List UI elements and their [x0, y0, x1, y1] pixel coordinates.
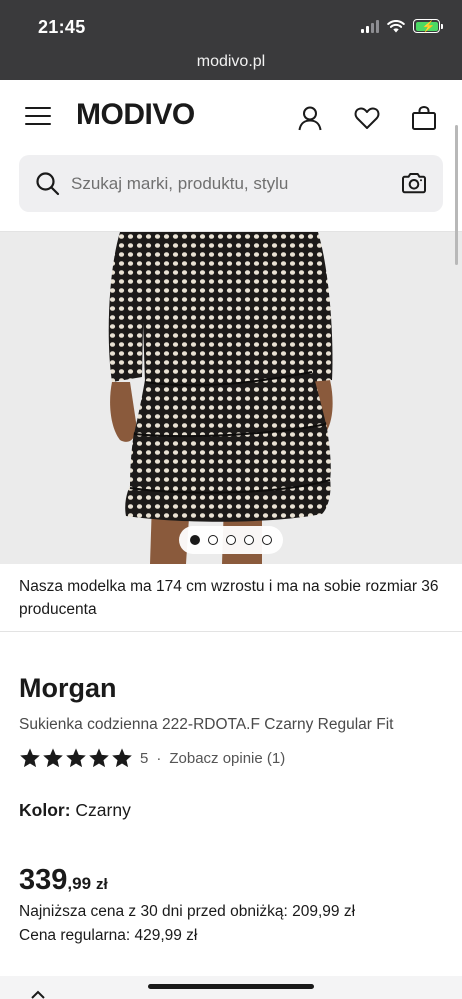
browser-chrome: 21:45 ⚡ modivo.pl [0, 0, 462, 80]
price-main: 339 [19, 864, 68, 896]
search-icon[interactable] [35, 171, 60, 196]
product-rating: 5 · Zobacz opinie (1) [19, 745, 285, 771]
page-scrollbar[interactable] [455, 125, 458, 265]
address-bar[interactable]: modivo.pl [0, 53, 462, 71]
heart-icon[interactable] [353, 104, 381, 132]
search-input[interactable] [71, 155, 391, 212]
see-reviews-link[interactable]: Zobacz opinie (1) [169, 750, 285, 767]
gallery-dot-2[interactable] [208, 535, 218, 545]
star-icon [89, 748, 109, 768]
gallery-dot-4[interactable] [244, 535, 254, 545]
camera-icon[interactable] [401, 171, 427, 195]
price-decimal: ,99 [67, 874, 92, 893]
gallery-pagination [179, 526, 283, 554]
color-value: Czarny [75, 800, 131, 820]
search-bar[interactable] [19, 155, 443, 212]
model-photo [0, 232, 462, 564]
rating-separator: · [156, 749, 162, 767]
product-image[interactable] [0, 232, 462, 564]
site-header: MODIVO [0, 80, 462, 152]
star-icon [66, 748, 86, 768]
menu-icon[interactable] [25, 107, 51, 125]
product-brand[interactable]: Morgan [19, 673, 117, 704]
color-label: Kolor: [19, 800, 71, 820]
star-icon [112, 748, 132, 768]
lowest-price-info: Najniższa cena z 30 dni przed obniżką: 2… [19, 903, 356, 920]
wifi-icon [387, 19, 405, 32]
logo[interactable]: MODIVO [76, 98, 195, 132]
gallery-dot-5[interactable] [262, 535, 272, 545]
color-selector: Kolor: Czarny [19, 800, 131, 821]
home-indicator[interactable] [148, 984, 314, 989]
section-divider [0, 631, 462, 632]
star-icon [43, 748, 63, 768]
product-price: 339 ,99 zł [19, 864, 108, 897]
status-time: 21:45 [38, 17, 86, 37]
status-icons: ⚡ [361, 19, 443, 33]
model-size-note: Nasza modelka ma 174 cm wzrostu i ma na … [19, 578, 439, 618]
user-icon[interactable] [296, 104, 324, 132]
rating-count: 5 [140, 749, 149, 767]
signal-icon [361, 19, 379, 33]
rating-stars [19, 747, 133, 769]
star-icon [20, 748, 40, 768]
bag-icon[interactable] [410, 104, 438, 132]
gallery-dot-3[interactable] [226, 535, 236, 545]
chevron-up-icon[interactable] [31, 989, 45, 999]
gallery-dot-1[interactable] [190, 535, 200, 545]
product-name: Sukienka codzienna 222-RDOTA.F Czarny Re… [19, 716, 394, 733]
price-currency: zł [96, 876, 108, 893]
regular-price-info: Cena regularna: 429,99 zł [19, 927, 198, 944]
battery-icon: ⚡ [413, 19, 443, 33]
